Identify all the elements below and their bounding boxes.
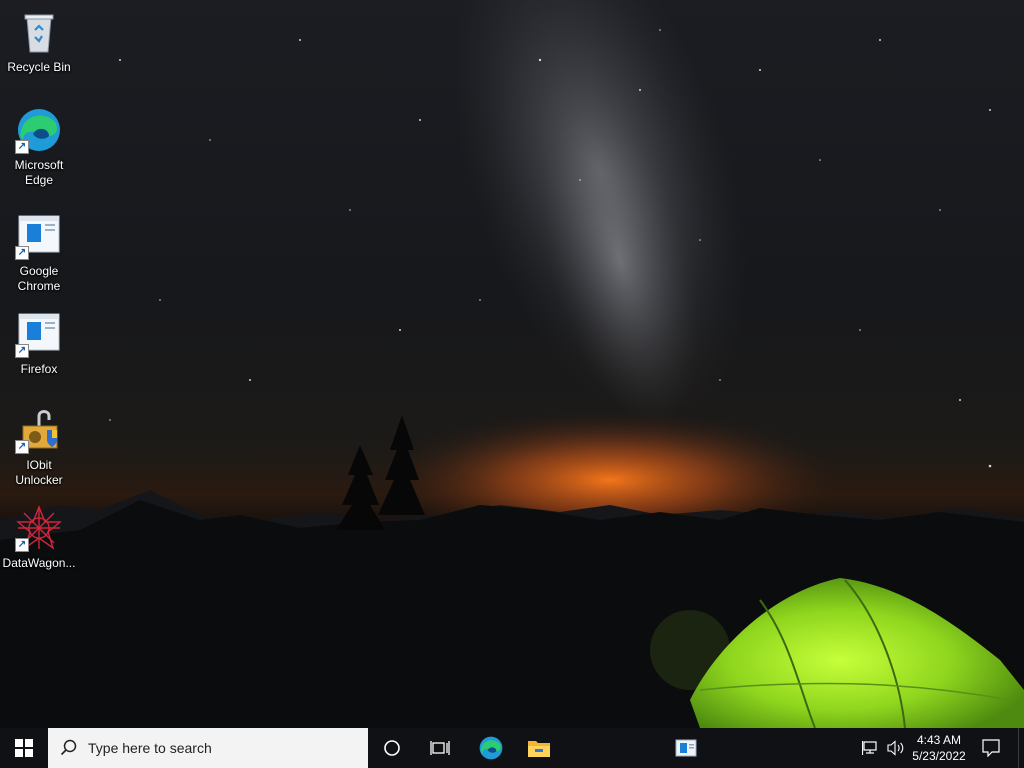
desktop-icon-label: Microsoft Edge	[14, 158, 64, 187]
desktop-icon-label: Recycle Bin	[7, 60, 71, 74]
desktop-icon-datawagon[interactable]: ↗ DataWagon...	[2, 504, 76, 571]
taskbar: Type here to search 4:43 AM 5/23/2022	[0, 728, 1024, 768]
desktop-icon-label: Google Chrome	[17, 264, 61, 293]
cortana-icon	[384, 740, 400, 756]
shortcut-arrow-icon: ↗	[15, 440, 29, 454]
iobit-unlocker-icon: ↗	[15, 406, 63, 454]
wallpaper-art	[0, 0, 1024, 728]
file-explorer-icon	[528, 741, 550, 757]
edge-icon: ↗	[15, 106, 63, 154]
desktop-icon-microsoft-edge[interactable]: ↗ Microsoft Edge	[2, 106, 76, 188]
task-view-button[interactable]	[418, 728, 462, 768]
desktop-icon-recycle-bin[interactable]: Recycle Bin	[2, 8, 76, 75]
task-view-icon	[430, 741, 450, 755]
network-button[interactable]	[858, 728, 884, 768]
show-desktop-button[interactable]	[1018, 728, 1024, 768]
volume-button[interactable]	[884, 728, 908, 768]
app-window-icon: ↗	[15, 310, 63, 358]
desktop-icon-firefox[interactable]: ↗ Firefox	[2, 310, 76, 377]
desktop-icon-label: Firefox	[20, 362, 58, 376]
taskbar-file-explorer-button[interactable]	[516, 728, 562, 768]
search-placeholder: Type here to search	[88, 740, 212, 756]
datawagon-icon: ↗	[15, 504, 63, 552]
app-window-icon	[675, 739, 697, 757]
shortcut-arrow-icon: ↗	[15, 246, 29, 260]
clock-date: 5/23/2022	[912, 749, 966, 763]
clock-time: 4:43 AM	[916, 733, 962, 747]
desktop-icon-label: DataWagon...	[2, 556, 76, 570]
start-button[interactable]	[0, 728, 48, 768]
search-icon	[60, 739, 77, 756]
action-center-button[interactable]	[978, 728, 1004, 768]
volume-icon	[887, 740, 904, 756]
notification-icon	[982, 739, 1000, 757]
app-window-icon: ↗	[15, 212, 63, 260]
taskbar-app-window-button[interactable]	[662, 728, 710, 768]
edge-icon	[479, 736, 503, 760]
recycle-bin-icon	[15, 8, 63, 56]
taskbar-edge-button[interactable]	[468, 728, 514, 768]
shortcut-arrow-icon: ↗	[15, 538, 29, 552]
pine-trees	[336, 415, 425, 530]
cortana-button[interactable]	[370, 728, 414, 768]
desktop-icon-google-chrome[interactable]: ↗ Google Chrome	[2, 212, 76, 294]
desktop-icon-label: IObit Unlocker	[15, 458, 63, 487]
search-box[interactable]: Type here to search	[48, 728, 368, 768]
shortcut-arrow-icon: ↗	[15, 140, 29, 154]
start-icon	[15, 739, 33, 757]
desktop-icon-iobit-unlocker[interactable]: ↗ IObit Unlocker	[2, 406, 76, 488]
clock[interactable]: 4:43 AM 5/23/2022	[908, 728, 970, 768]
network-icon	[862, 741, 877, 755]
shortcut-arrow-icon: ↗	[15, 344, 29, 358]
desktop-wallpaper	[0, 0, 1024, 728]
